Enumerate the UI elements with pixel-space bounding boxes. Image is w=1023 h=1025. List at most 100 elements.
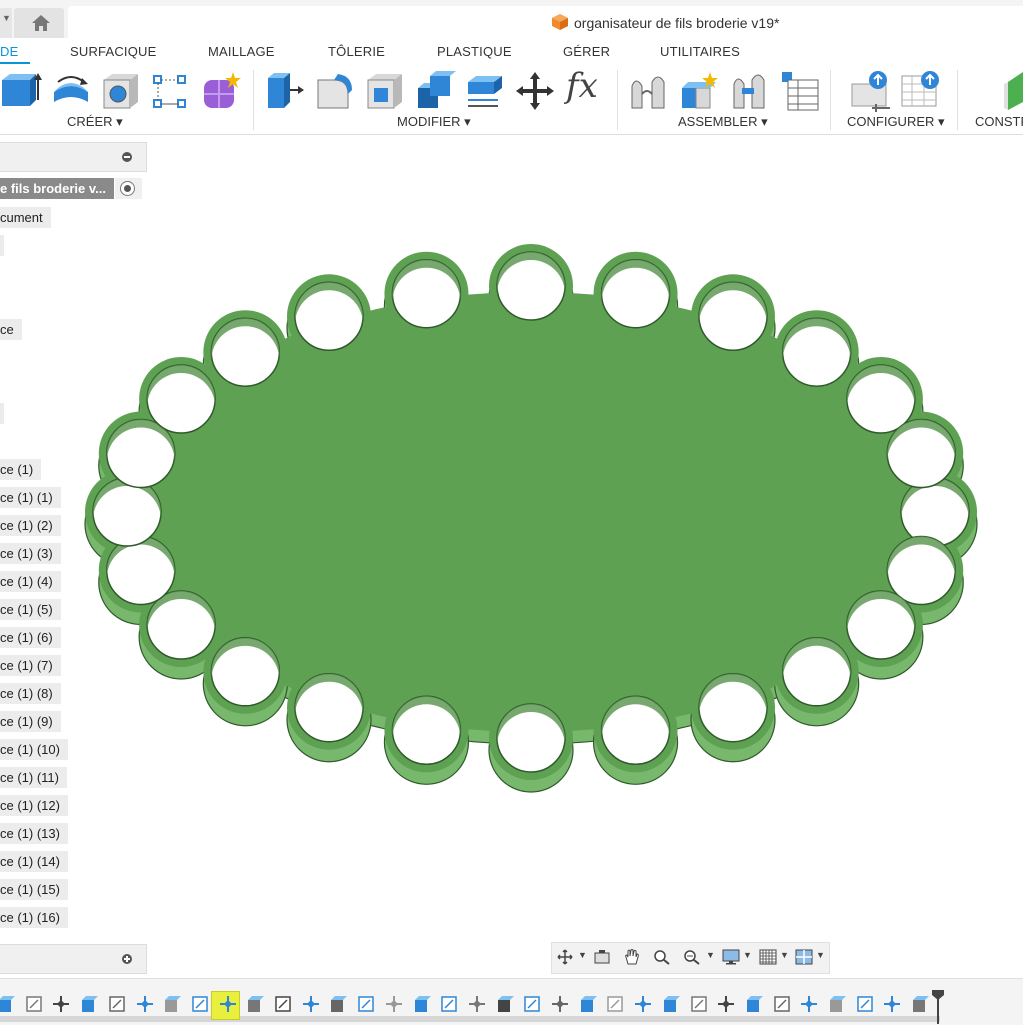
timeline-feature-icon[interactable] — [799, 994, 819, 1014]
zoom-icon[interactable] — [653, 949, 671, 965]
grid-icon[interactable] — [759, 949, 777, 965]
timeline-feature-icon[interactable] — [0, 994, 16, 1014]
timeline-feature-icon[interactable] — [356, 994, 376, 1014]
press-pull-icon[interactable] — [264, 70, 306, 112]
revolve-icon[interactable] — [50, 70, 92, 112]
document-cube-icon — [552, 14, 568, 30]
feature-icon — [358, 996, 374, 1012]
joint-icon[interactable] — [628, 70, 670, 112]
tab-utilities[interactable]: UTILITAIRES — [660, 44, 740, 59]
tab-manage[interactable]: GÉRER — [563, 44, 610, 59]
tab-mesh[interactable]: MAILLAGE — [208, 44, 275, 59]
tab-design[interactable]: DE — [0, 44, 18, 59]
timeline-feature-icon[interactable] — [495, 994, 515, 1014]
orbit-icon[interactable] — [556, 949, 574, 965]
timeline-feature-icon[interactable] — [522, 994, 542, 1014]
timeline-feature-icon[interactable] — [135, 994, 155, 1014]
timeline-feature-icon[interactable] — [328, 994, 348, 1014]
construct-menu[interactable]: CONSTR — [975, 114, 1023, 129]
timeline-feature-icon[interactable] — [772, 994, 792, 1014]
tab-plastic[interactable]: PLASTIQUE — [437, 44, 512, 59]
menu-dropdown[interactable]: ▼ — [0, 8, 12, 38]
timeline-feature-icon[interactable] — [910, 994, 930, 1014]
timeline-feature-icon[interactable] — [51, 994, 71, 1014]
timeline-feature-icon[interactable] — [107, 994, 127, 1014]
zoom-window-icon[interactable] — [683, 949, 701, 965]
timeline-feature-icon[interactable] — [218, 994, 238, 1014]
sketch-pattern-icon[interactable] — [150, 70, 192, 112]
move-icon[interactable] — [514, 70, 556, 112]
bom-table-icon[interactable] — [778, 70, 820, 112]
timeline-feature-icon[interactable] — [578, 994, 598, 1014]
timeline-feature-icon[interactable] — [827, 994, 847, 1014]
chevron-down-icon: ▼ — [2, 13, 11, 23]
as-built-joint-icon[interactable] — [728, 70, 770, 112]
display-settings-icon[interactable] — [722, 949, 740, 965]
modify-menu[interactable]: MODIFIER ▾ — [397, 114, 471, 130]
timeline-feature-icon[interactable] — [190, 994, 210, 1014]
assemble-menu[interactable]: ASSEMBLER ▾ — [678, 114, 768, 130]
home-tab[interactable] — [14, 8, 64, 38]
feature-icon — [497, 996, 514, 1012]
timeline-feature-icon[interactable] — [550, 994, 570, 1014]
tab-sheet-metal[interactable]: TÔLERIE — [328, 44, 385, 59]
pan-icon[interactable] — [623, 949, 641, 965]
feature-icon — [884, 996, 901, 1012]
timeline-feature-icon[interactable] — [744, 994, 764, 1014]
feature-icon — [219, 996, 236, 1012]
timeline-feature-icon[interactable] — [467, 994, 487, 1014]
group-divider — [957, 70, 958, 130]
combine-icon[interactable] — [414, 70, 456, 112]
feature-icon — [136, 996, 153, 1012]
configure-table-icon[interactable] — [900, 70, 942, 112]
extrude-icon[interactable] — [0, 70, 42, 112]
configure-icon[interactable] — [850, 70, 892, 112]
feature-icon — [746, 996, 763, 1012]
timeline-feature-icon[interactable] — [412, 994, 432, 1014]
timeline-feature-icon[interactable] — [439, 994, 459, 1014]
chevron-down-icon[interactable]: ▼ — [578, 950, 587, 960]
offset-face-icon[interactable] — [464, 70, 506, 112]
timeline-feature-icon[interactable] — [661, 994, 681, 1014]
timeline-feature-icon[interactable] — [273, 994, 293, 1014]
chevron-down-icon[interactable]: ▼ — [816, 950, 825, 960]
timeline-feature-icon[interactable] — [633, 994, 653, 1014]
timeline-feature-icon[interactable] — [882, 994, 902, 1014]
timeline-feature-icon[interactable] — [162, 994, 182, 1014]
form-icon[interactable] — [200, 70, 242, 112]
feature-icon — [552, 996, 568, 1012]
viewports-icon[interactable] — [795, 949, 813, 965]
timeline-feature-icon[interactable] — [689, 994, 709, 1014]
timeline-feature-icon[interactable] — [79, 994, 99, 1014]
feature-icon — [275, 996, 291, 1012]
look-at-icon[interactable] — [593, 949, 611, 965]
timeline-feature-icon[interactable] — [301, 994, 321, 1014]
configure-menu[interactable]: CONFIGURER ▾ — [847, 114, 945, 130]
feature-icon — [913, 996, 930, 1012]
timeline-feature-icon[interactable] — [716, 994, 736, 1014]
new-component-icon[interactable] — [678, 70, 720, 112]
tab-surface[interactable]: SURFACIQUE — [70, 44, 157, 59]
timeline-feature-icon[interactable] — [605, 994, 625, 1014]
feature-icon — [468, 996, 485, 1012]
timeline-feature-icon[interactable] — [384, 994, 404, 1014]
viewport-canvas[interactable] — [0, 134, 1023, 970]
group-divider — [253, 70, 254, 130]
feature-icon — [385, 996, 402, 1012]
parameters-icon[interactable]: fx — [566, 66, 598, 106]
timeline-feature-icon[interactable] — [24, 994, 44, 1014]
chevron-down-icon[interactable]: ▼ — [706, 950, 715, 960]
document-tab[interactable] — [68, 6, 1023, 38]
timeline-feature-icon[interactable] — [245, 994, 265, 1014]
shell-icon[interactable] — [364, 70, 406, 112]
feature-icon — [663, 996, 680, 1012]
chevron-down-icon[interactable]: ▼ — [780, 950, 789, 960]
fillet-icon[interactable] — [314, 70, 356, 112]
create-menu[interactable]: CRÉER ▾ — [67, 114, 123, 130]
construct-plane-icon[interactable] — [1002, 70, 1023, 112]
hole-icon[interactable] — [100, 70, 142, 112]
timeline-marker[interactable] — [932, 990, 944, 1024]
chevron-down-icon[interactable]: ▼ — [743, 950, 752, 960]
feature-icon — [856, 996, 873, 1012]
timeline-feature-icon[interactable] — [855, 994, 875, 1014]
